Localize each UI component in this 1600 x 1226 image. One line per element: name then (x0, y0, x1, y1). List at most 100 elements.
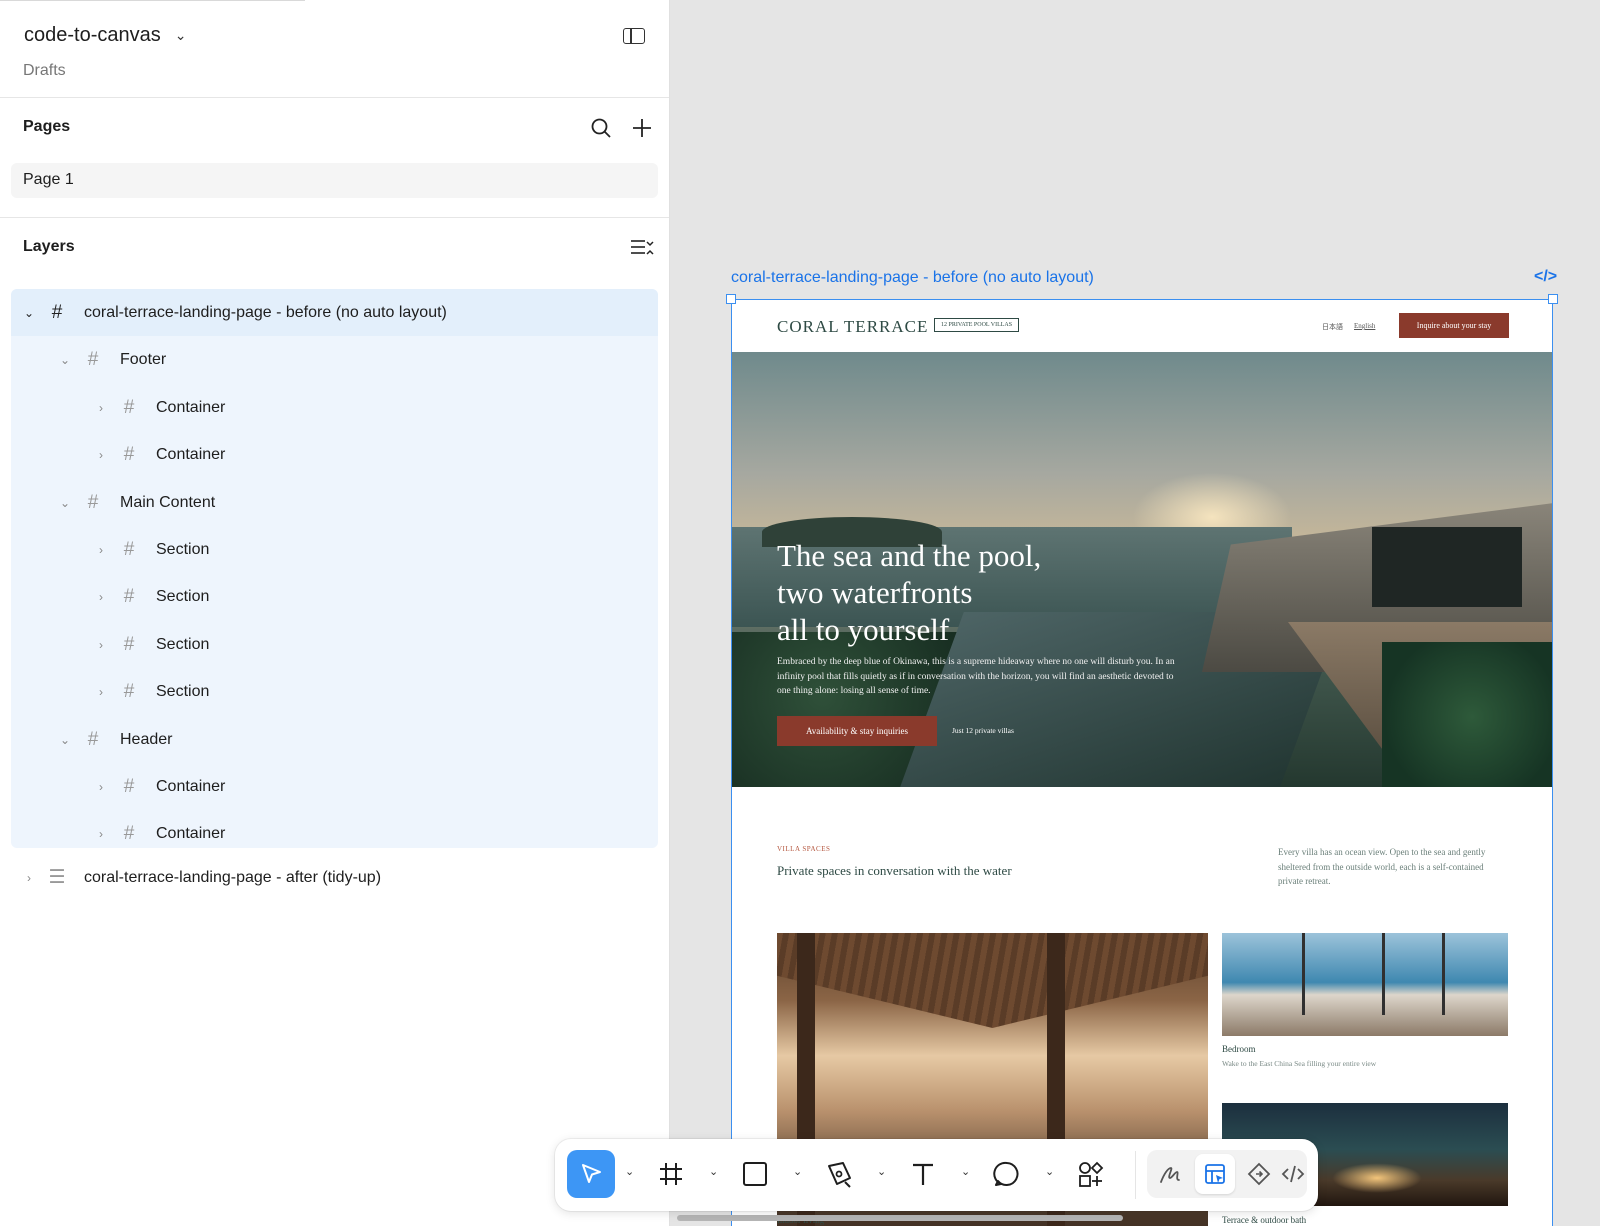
layer-header-container[interactable]: › # Container (11, 763, 658, 810)
availability-button[interactable]: Availability & stay inquiries (777, 716, 937, 746)
section-description: Every villa has an ocean view. Open to t… (1278, 847, 1486, 886)
chevron-down-icon[interactable]: ⌄ (961, 1165, 970, 1178)
frame-icon: # (87, 491, 99, 513)
chevron-down-icon[interactable]: ⌄ (793, 1165, 802, 1178)
assets-tool[interactable] (1071, 1150, 1111, 1198)
prototype-mode-icon[interactable] (1247, 1162, 1271, 1186)
frame-icon (660, 1163, 682, 1185)
layer-label: Section (156, 540, 210, 558)
add-page-icon[interactable] (631, 117, 653, 139)
dev-mode-icon[interactable] (1281, 1162, 1305, 1186)
collapse-layers-icon[interactable] (630, 238, 654, 258)
layer-footer[interactable]: ⌄ # Footer (11, 336, 658, 383)
chevron-right-icon[interactable]: › (94, 401, 108, 415)
nav-lang-jp[interactable]: 日本語 (1322, 322, 1343, 332)
chevron-right-icon[interactable]: › (94, 590, 108, 604)
frame-icon: # (87, 728, 99, 750)
chevron-down-icon[interactable]: ⌄ (175, 27, 187, 44)
chevron-right-icon[interactable]: › (94, 827, 108, 841)
chevron-right-icon[interactable]: › (94, 448, 108, 462)
chevron-right-icon[interactable]: › (94, 685, 108, 699)
chevron-down-icon[interactable]: ⌄ (1045, 1165, 1054, 1178)
site-brand: CORAL TERRACE (777, 317, 929, 336)
layer-label: Main Content (120, 493, 216, 511)
nav-lang-en[interactable]: English (1354, 322, 1375, 330)
layer-header-container[interactable]: › # Container (11, 810, 658, 857)
chevron-down-icon[interactable]: ⌄ (709, 1165, 718, 1178)
move-tool[interactable] (567, 1150, 615, 1198)
thatched-roof (777, 933, 1208, 1028)
chevron-down-icon[interactable]: ⌄ (58, 353, 72, 367)
rectangle-tool[interactable] (735, 1150, 775, 1198)
frame-icon: # (51, 301, 63, 323)
design-mode-icon[interactable] (1203, 1162, 1227, 1186)
text-tool[interactable] (903, 1150, 943, 1198)
assets-icon (1079, 1161, 1104, 1187)
frame-tool[interactable] (651, 1150, 691, 1198)
layer-label: Section (156, 635, 210, 653)
layer-section[interactable]: › # Section (11, 621, 658, 668)
chevron-down-icon[interactable]: ⌄ (625, 1165, 634, 1178)
hero-line: two waterfronts (777, 575, 973, 610)
hero-note: Just 12 private villas (952, 726, 1014, 735)
layer-section[interactable]: › # Section (11, 668, 658, 715)
pen-icon (828, 1162, 851, 1188)
layer-label: Footer (120, 350, 167, 368)
layer-section[interactable]: › # Section (11, 526, 658, 573)
code-icon[interactable]: </> (1534, 268, 1557, 286)
chevron-down-icon[interactable]: ⌄ (58, 496, 72, 510)
frame-icon: # (123, 585, 135, 607)
layer-header[interactable]: ⌄ # Header (11, 716, 658, 763)
frame-icon: # (123, 775, 135, 797)
layer-frame-before[interactable]: ⌄ # coral-terrace-landing-page - before … (11, 289, 658, 336)
resize-handle[interactable] (1548, 294, 1558, 304)
layer-footer-container[interactable]: › # Container (11, 384, 658, 431)
frame-icon: # (123, 443, 135, 465)
chevron-down-icon[interactable]: ⌄ (877, 1165, 886, 1178)
selected-frame[interactable]: CORAL TERRACE 12 PRIVATE POOL VILLAS 日本語… (731, 299, 1553, 1226)
hero-line: The sea and the pool, (777, 538, 1042, 573)
pages-title: Pages (23, 118, 71, 135)
chevron-right-icon[interactable]: › (22, 871, 36, 885)
caption-subtitle: Wake to the East China Sea filling your … (1222, 1059, 1377, 1068)
comment-tool[interactable] (987, 1150, 1027, 1198)
chevron-down-icon[interactable]: ⌄ (22, 306, 36, 320)
frame-name-label[interactable]: coral-terrace-landing-page - before (no … (731, 269, 1094, 287)
chevron-right-icon[interactable]: › (94, 543, 108, 557)
chevron-right-icon[interactable]: › (94, 780, 108, 794)
hero-image: The sea and the pool, two waterfronts al… (732, 352, 1552, 787)
layer-main-content[interactable]: ⌄ # Main Content (11, 479, 658, 526)
frame-icon: # (123, 680, 135, 702)
villas-badge: 12 PRIVATE POOL VILLAS (934, 318, 1020, 332)
page-item[interactable]: Page 1 (11, 163, 658, 198)
hero-title: The sea and the pool, two waterfronts al… (777, 537, 1041, 648)
villa-window (1372, 527, 1522, 607)
resize-handle[interactable] (726, 294, 736, 304)
layer-label: coral-terrace-landing-page - after (tidy… (84, 868, 382, 886)
left-panel: code-to-canvas ⌄ Drafts Pages Page 1 Lay… (0, 0, 670, 1226)
chevron-down-icon[interactable]: ⌄ (58, 733, 72, 747)
horizontal-scrollbar[interactable] (677, 1215, 1123, 1221)
auto-layout-icon: ☰ (48, 867, 66, 888)
window-frame (1442, 933, 1445, 1016)
layer-frame-after[interactable]: › ☰ coral-terrace-landing-page - after (… (11, 854, 658, 901)
file-menu[interactable]: code-to-canvas ⌄ (24, 24, 186, 47)
draw-mode-icon[interactable] (1158, 1162, 1182, 1186)
chevron-right-icon[interactable]: › (94, 638, 108, 652)
hero-line: all to yourself (777, 612, 950, 647)
search-icon[interactable] (590, 117, 612, 139)
layer-label: Header (120, 730, 173, 748)
layer-section[interactable]: › # Section (11, 573, 658, 620)
frame-icon: # (123, 633, 135, 655)
sidebar-toggle-icon[interactable] (623, 28, 645, 44)
comment-icon (993, 1161, 1019, 1186)
inquire-button[interactable]: Inquire about your stay (1399, 313, 1509, 338)
section-heading: Private spaces in conversation with the … (777, 863, 1012, 878)
file-location: Drafts (23, 62, 66, 79)
bottom-toolbar: ⌄ ⌄ ⌄ ⌄ ⌄ ⌄ (555, 1139, 1318, 1211)
pen-tool[interactable] (819, 1150, 859, 1198)
layer-label: Container (156, 777, 226, 795)
bath-glow (1332, 1163, 1422, 1193)
layer-footer-container[interactable]: › # Container (11, 431, 658, 478)
frame-icon: # (87, 348, 99, 370)
